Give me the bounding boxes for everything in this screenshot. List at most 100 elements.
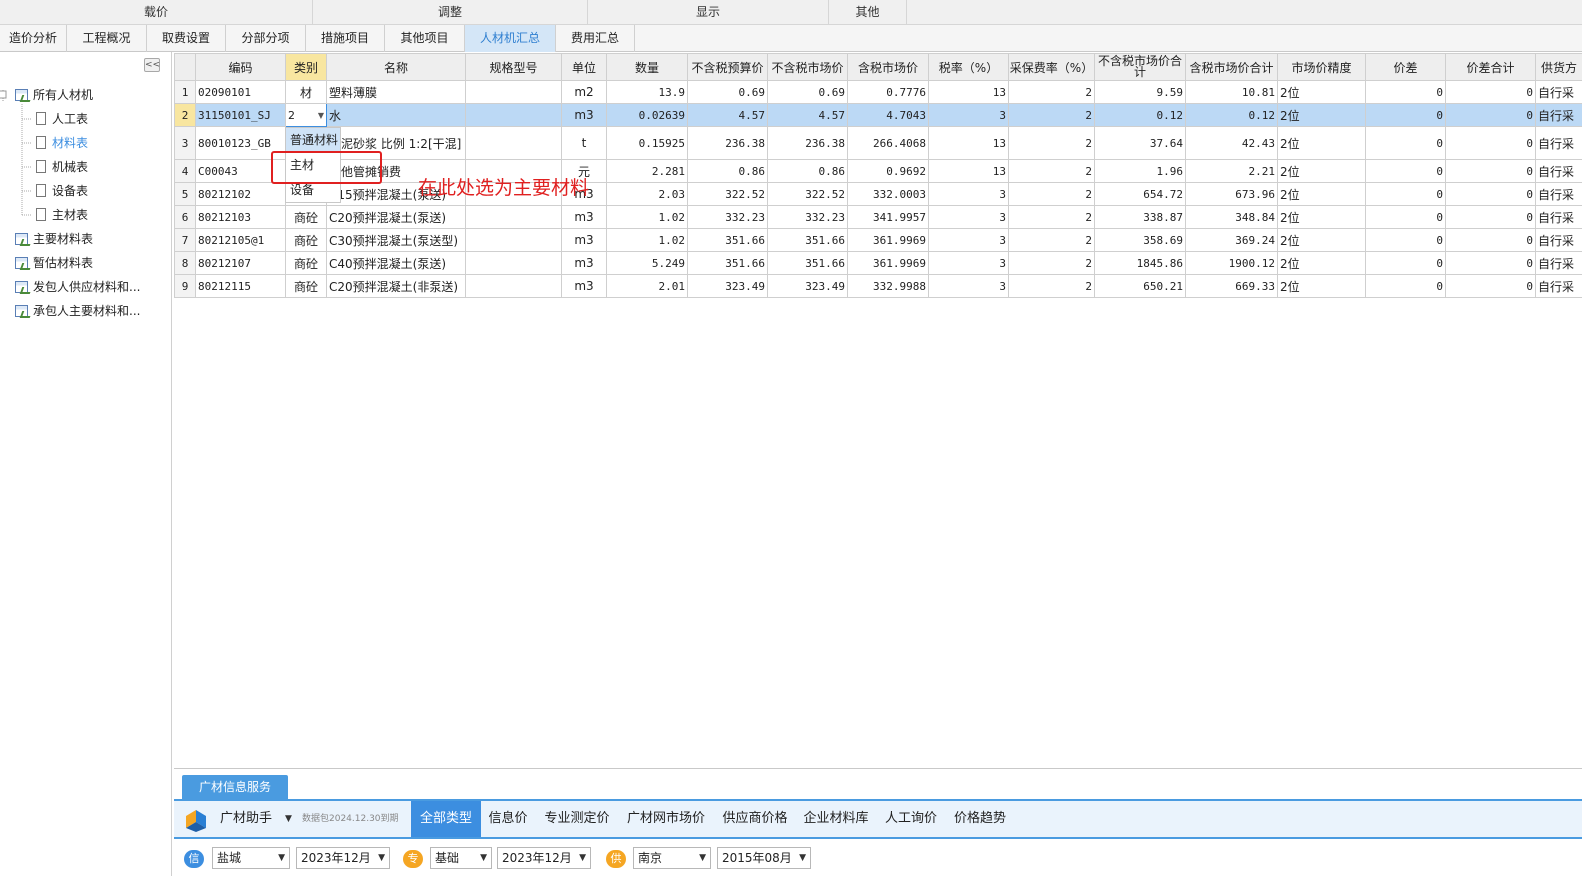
- cell-price-diff[interactable]: 0: [1365, 182, 1446, 206]
- cell-supplier[interactable]: 自行采: [1535, 228, 1582, 252]
- tree-item-main-materials[interactable]: 主材表: [36, 204, 88, 226]
- cell-tax-rate[interactable]: 3: [928, 182, 1009, 206]
- cell-budget-price-ex-tax[interactable]: 332.23: [687, 205, 768, 229]
- cell-price-precision[interactable]: 2位: [1277, 126, 1366, 160]
- type-select-2[interactable]: 基础 ▼: [430, 847, 492, 869]
- table-row[interactable]: 5 80212102 C15预拌混凝土(泵送) m3 2.03 322.52 322.52 3…: [174, 182, 1582, 206]
- cell-supplier[interactable]: 自行采: [1535, 182, 1582, 206]
- cell-price-diff-total[interactable]: 0: [1445, 103, 1536, 127]
- cell-name[interactable]: 水: [326, 103, 466, 127]
- cell-quantity[interactable]: 0.15925: [606, 126, 688, 160]
- cell-price-diff[interactable]: 0: [1365, 80, 1446, 104]
- cell-name[interactable]: C20预拌混凝土(泵送): [326, 205, 466, 229]
- tab-other-items[interactable]: 其他项目: [385, 25, 465, 52]
- cell-price-precision[interactable]: 2位: [1277, 103, 1366, 127]
- cell-tax-rate[interactable]: 13: [928, 126, 1009, 160]
- cell-market-total-inc-tax[interactable]: 10.81: [1185, 80, 1278, 104]
- tree-item-equipment[interactable]: 设备表: [36, 180, 88, 202]
- tab-project-overview[interactable]: 工程概况: [67, 25, 147, 52]
- cell-tax-rate[interactable]: 3: [928, 205, 1009, 229]
- cell-code[interactable]: 80212103: [195, 205, 286, 229]
- tree-item-provisional-materials[interactable]: 暂估材料表: [15, 252, 93, 274]
- tree-item-all-resources[interactable]: 所有人材机: [15, 84, 93, 106]
- cell-market-total-inc-tax[interactable]: 42.43: [1185, 126, 1278, 160]
- tree-item-key-materials[interactable]: 主要材料表: [15, 228, 93, 250]
- cell-market-price-inc-tax[interactable]: 4.7043: [847, 103, 929, 127]
- cell-code[interactable]: 80212105@1: [195, 228, 286, 252]
- cell-price-diff-total[interactable]: 0: [1445, 126, 1536, 160]
- cell-budget-price-ex-tax[interactable]: 0.69: [687, 80, 768, 104]
- cell-procurement-rate[interactable]: 2: [1008, 182, 1095, 206]
- col-header-price-diff[interactable]: 价差: [1365, 53, 1446, 81]
- cell-quantity[interactable]: 2.281: [606, 159, 688, 183]
- cell-tax-rate[interactable]: 13: [928, 80, 1009, 104]
- cell-price-precision[interactable]: 2位: [1277, 251, 1366, 275]
- cell-category[interactable]: 材: [285, 80, 327, 104]
- assistant-menu[interactable]: 广材助手: [220, 801, 272, 837]
- col-header-budget-price-ex-tax[interactable]: 不含税预算价: [687, 53, 768, 81]
- cell-category[interactable]: 商砼: [285, 205, 327, 229]
- tree-item-machinery[interactable]: 机械表: [36, 156, 88, 178]
- cell-quantity[interactable]: 2.01: [606, 274, 688, 298]
- cell-tax-rate[interactable]: 3: [928, 228, 1009, 252]
- col-header-procurement-rate[interactable]: 采保费率（%）: [1008, 53, 1095, 81]
- cell-supplier[interactable]: 自行采: [1535, 274, 1582, 298]
- cell-market-total-ex-tax[interactable]: 338.87: [1094, 205, 1186, 229]
- cell-market-price-ex-tax[interactable]: 0.69: [767, 80, 848, 104]
- cell-name[interactable]: C20预拌混凝土(非泵送): [326, 274, 466, 298]
- col-header-price-precision[interactable]: 市场价精度: [1277, 53, 1366, 81]
- city-select-1[interactable]: 盐城 ▼: [212, 847, 290, 869]
- cell-price-diff[interactable]: 0: [1365, 274, 1446, 298]
- link-info-price[interactable]: 信息价: [483, 801, 533, 837]
- cell-price-diff-total[interactable]: 0: [1445, 159, 1536, 183]
- cell-procurement-rate[interactable]: 2: [1008, 205, 1095, 229]
- cell-market-total-inc-tax[interactable]: 348.84: [1185, 205, 1278, 229]
- cell-code[interactable]: 80212107: [195, 251, 286, 275]
- table-row[interactable]: 4 C00043 其他管摊销费元 2.281 0.86 0.86 0.9692 13 2 1.96…: [174, 159, 1582, 183]
- link-professional-price[interactable]: 专业测定价: [540, 801, 614, 837]
- cell-spec[interactable]: [465, 205, 562, 229]
- cell-market-total-ex-tax[interactable]: 37.64: [1094, 126, 1186, 160]
- cell-market-price-ex-tax[interactable]: 332.23: [767, 205, 848, 229]
- col-header-quantity[interactable]: 数量: [606, 53, 688, 81]
- tab-labor-material-machine[interactable]: 人材机汇总: [465, 25, 556, 52]
- tab-sub-items[interactable]: 分部分项: [226, 25, 306, 52]
- cell-quantity[interactable]: 1.02: [606, 205, 688, 229]
- table-row[interactable]: 2 31150101_SJ 2 ▼ 水 m3 0.02639 4.57 4.57 4.7043 3 2…: [174, 103, 1582, 127]
- cell-market-price-inc-tax[interactable]: 266.4068: [847, 126, 929, 160]
- cell-price-precision[interactable]: 2位: [1277, 182, 1366, 206]
- cell-unit[interactable]: m3: [561, 274, 607, 298]
- cell-market-total-ex-tax[interactable]: 0.12: [1094, 103, 1186, 127]
- tab-cost-analysis[interactable]: 造价分析: [0, 25, 67, 52]
- cell-market-total-ex-tax[interactable]: 9.59: [1094, 80, 1186, 104]
- date-select-2[interactable]: 2023年12月 ▼: [497, 847, 591, 869]
- cell-market-price-ex-tax[interactable]: 351.66: [767, 228, 848, 252]
- cell-supplier[interactable]: 自行采: [1535, 251, 1582, 275]
- cell-code[interactable]: 80212102: [195, 182, 286, 206]
- cell-category[interactable]: 商砼: [285, 274, 327, 298]
- cell-unit[interactable]: t: [561, 126, 607, 160]
- tree-item-owner-supplied[interactable]: 发包人供应材料和...: [15, 276, 140, 298]
- cell-market-total-ex-tax[interactable]: 358.69: [1094, 228, 1186, 252]
- table-row[interactable]: 8 80212107 商砼 C40预拌混凝土(泵送) m3 5.249 351.66 351.…: [174, 251, 1582, 275]
- col-header-code[interactable]: 编码: [195, 53, 286, 81]
- cell-budget-price-ex-tax[interactable]: 322.52: [687, 182, 768, 206]
- cell-unit[interactable]: m3: [561, 228, 607, 252]
- date-select-1[interactable]: 2023年12月 ▼: [296, 847, 390, 869]
- cell-market-price-inc-tax[interactable]: 332.9988: [847, 274, 929, 298]
- cell-price-diff[interactable]: 0: [1365, 159, 1446, 183]
- cell-market-price-ex-tax[interactable]: 236.38: [767, 126, 848, 160]
- cell-budget-price-ex-tax[interactable]: 236.38: [687, 126, 768, 160]
- tree-item-contractor-main[interactable]: 承包人主要材料和...: [15, 300, 140, 322]
- cell-procurement-rate[interactable]: 2: [1008, 103, 1095, 127]
- cell-spec[interactable]: [465, 103, 562, 127]
- cell-code[interactable]: 80212115: [195, 274, 286, 298]
- cell-tax-rate[interactable]: 3: [928, 274, 1009, 298]
- cell-price-diff-total[interactable]: 0: [1445, 274, 1536, 298]
- cell-spec[interactable]: [465, 274, 562, 298]
- cell-code[interactable]: 02090101: [195, 80, 286, 104]
- cell-price-diff[interactable]: 0: [1365, 228, 1446, 252]
- cell-market-total-inc-tax[interactable]: 1900.12: [1185, 251, 1278, 275]
- cell-supplier[interactable]: 自行采: [1535, 103, 1582, 127]
- cell-name[interactable]: C30预拌混凝土(泵送型): [326, 228, 466, 252]
